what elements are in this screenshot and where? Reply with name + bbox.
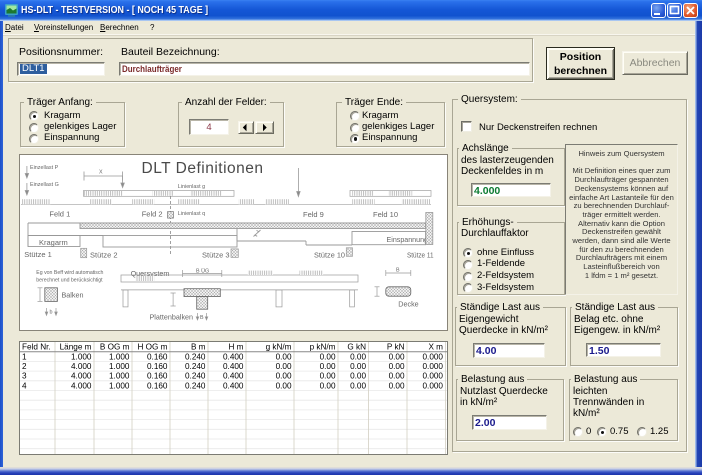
svg-text:0.160: 0.160: [147, 362, 168, 371]
svg-text:berechnet und berücksichtigt: berechnet und berücksichtigt: [36, 277, 103, 283]
svg-text:0.00: 0.00: [350, 352, 366, 361]
svg-text:4.000: 4.000: [71, 362, 92, 371]
svg-text:Kragarm: Kragarm: [39, 238, 68, 247]
svg-text:Einzellast P: Einzellast P: [30, 165, 59, 171]
svg-text:Feld Nr.: Feld Nr.: [22, 342, 51, 351]
svg-text:B: B: [200, 315, 204, 321]
svg-text:H m: H m: [228, 342, 243, 351]
svg-text:4.000: 4.000: [71, 372, 92, 381]
svg-text:G kN: G kN: [347, 342, 366, 351]
svg-text:Stütze 11: Stütze 11: [407, 250, 434, 259]
svg-text:0.00: 0.00: [350, 381, 366, 390]
svg-text:1.000: 1.000: [109, 362, 130, 371]
svg-text:X m: X m: [428, 342, 443, 351]
svg-text:0.400: 0.400: [223, 362, 244, 371]
svg-text:0.00: 0.00: [320, 381, 336, 390]
svg-text:1.000: 1.000: [109, 381, 130, 390]
svg-text:0.00: 0.00: [320, 372, 336, 381]
svg-text:0.00: 0.00: [276, 362, 292, 371]
svg-text:Linienlast g: Linienlast g: [178, 184, 205, 190]
svg-text:Balken: Balken: [62, 291, 84, 300]
svg-text:0.160: 0.160: [147, 372, 168, 381]
svg-text:Linienlast q: Linienlast q: [178, 211, 205, 217]
svg-text:0.160: 0.160: [147, 352, 168, 361]
svg-text:0.00: 0.00: [320, 362, 336, 371]
svg-text:P kN: P kN: [387, 342, 405, 351]
svg-text:Stütze 2: Stütze 2: [90, 251, 118, 260]
svg-text:Feld 2: Feld 2: [142, 210, 163, 219]
svg-text:0.160: 0.160: [147, 381, 168, 390]
svg-text:0.240: 0.240: [185, 381, 206, 390]
svg-text:DLT Definitionen: DLT Definitionen: [142, 160, 264, 177]
svg-text:1.000: 1.000: [109, 372, 130, 381]
svg-text:0.00: 0.00: [350, 372, 366, 381]
svg-text:0.000: 0.000: [423, 362, 444, 371]
svg-text:0.000: 0.000: [423, 372, 444, 381]
svg-text:0.00: 0.00: [389, 381, 405, 390]
svg-text:Feld 10: Feld 10: [373, 210, 398, 219]
svg-text:1.000: 1.000: [109, 352, 130, 361]
svg-text:b: b: [50, 310, 53, 316]
svg-text:Feld 9: Feld 9: [303, 210, 324, 219]
svg-text:Feld 1: Feld 1: [49, 210, 70, 219]
svg-text:0.00: 0.00: [276, 372, 292, 381]
svg-text:0.00: 0.00: [389, 362, 405, 371]
svg-text:0.400: 0.400: [223, 352, 244, 361]
svg-text:Eg von Beff wird automatisch: Eg von Beff wird automatisch: [36, 270, 103, 276]
svg-text:Stütze 3: Stütze 3: [202, 250, 230, 259]
svg-text:0.000: 0.000: [423, 381, 444, 390]
svg-text:0.240: 0.240: [185, 352, 206, 361]
svg-text:0.00: 0.00: [276, 352, 292, 361]
svg-text:H OG m: H OG m: [137, 342, 167, 351]
svg-text:Decke: Decke: [398, 300, 418, 309]
svg-text:Einspannung: Einspannung: [387, 235, 429, 244]
svg-text:4: 4: [22, 381, 27, 390]
svg-text:B OG m: B OG m: [100, 342, 130, 351]
svg-text:0.00: 0.00: [389, 352, 405, 361]
svg-text:g kN/m: g kN/m: [266, 342, 292, 351]
svg-text:1: 1: [22, 352, 27, 361]
svg-text:X: X: [99, 170, 103, 176]
svg-text:p kN/m: p kN/m: [310, 342, 336, 351]
svg-text:0.400: 0.400: [223, 372, 244, 381]
svg-text:B m: B m: [191, 342, 206, 351]
svg-text:2: 2: [22, 362, 27, 371]
svg-text:1.000: 1.000: [71, 352, 92, 361]
svg-text:Stütze 10: Stütze 10: [314, 251, 345, 260]
svg-text:0.000: 0.000: [423, 352, 444, 361]
svg-text:4.000: 4.000: [71, 381, 92, 390]
svg-text:0.00: 0.00: [350, 362, 366, 371]
svg-text:Einzellast G: Einzellast G: [30, 182, 59, 188]
svg-text:0.400: 0.400: [223, 381, 244, 390]
svg-text:0.240: 0.240: [185, 372, 206, 381]
svg-text:0.00: 0.00: [276, 381, 292, 390]
svg-text:0.00: 0.00: [389, 372, 405, 381]
svg-text:Stütze 1: Stütze 1: [24, 250, 52, 259]
svg-text:Plattenbalken: Plattenbalken: [150, 313, 194, 322]
svg-text:0.240: 0.240: [185, 362, 206, 371]
svg-text:Länge m: Länge m: [60, 342, 92, 351]
svg-text:B: B: [396, 268, 400, 274]
svg-text:0.00: 0.00: [320, 352, 336, 361]
svg-text:3: 3: [22, 372, 27, 381]
